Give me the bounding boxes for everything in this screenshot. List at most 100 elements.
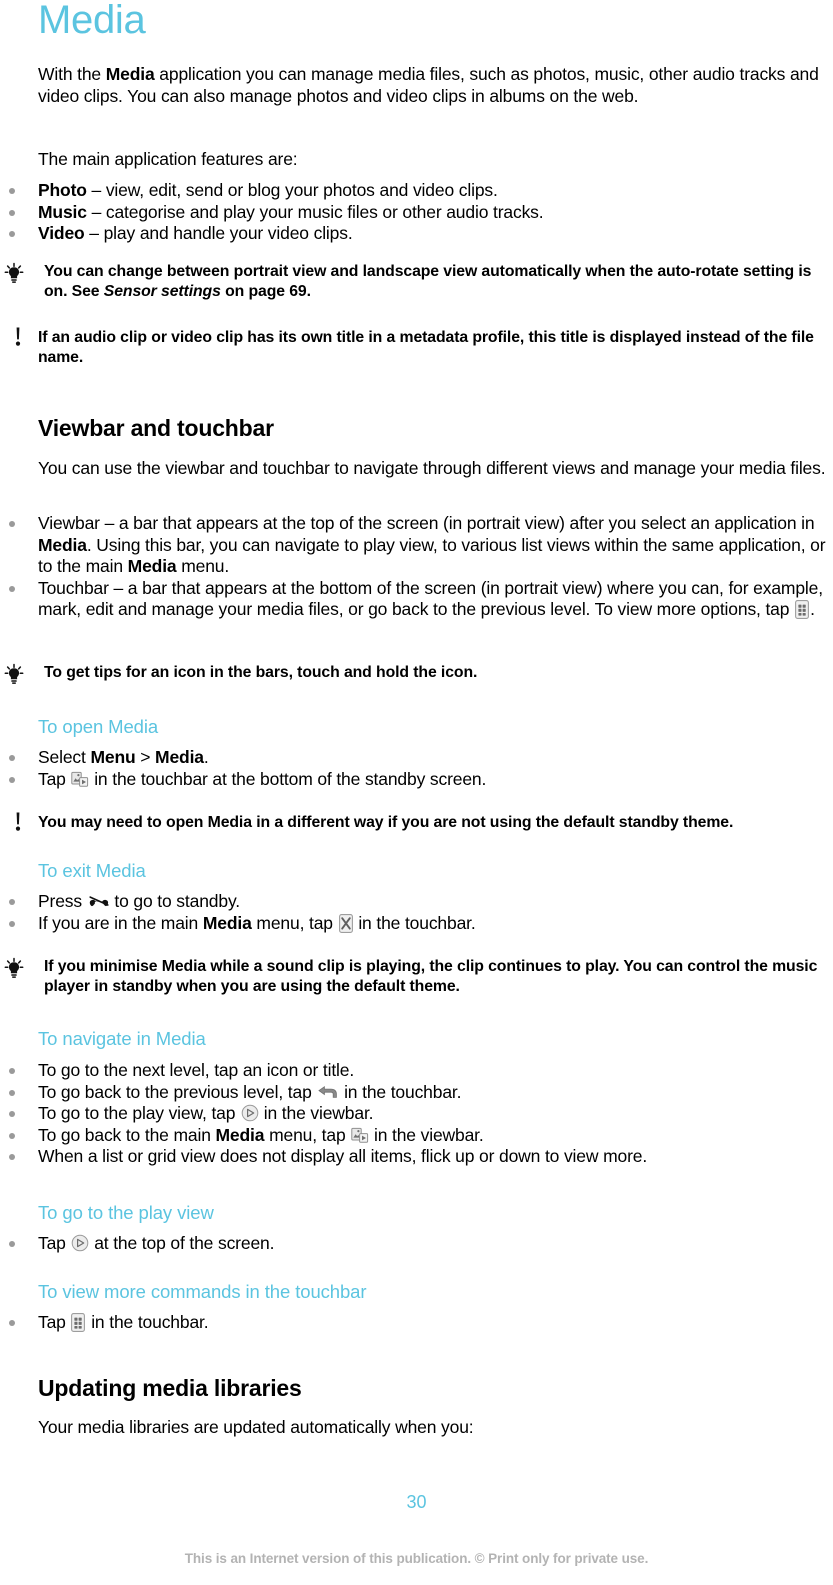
viewbar-bullet-bold-2: Media xyxy=(127,556,177,576)
note-standby-a: You may need to open xyxy=(38,814,208,831)
playview-bullet-a: Tap xyxy=(38,1233,71,1253)
list-item-select-menu: Select Menu > Media. xyxy=(0,747,833,769)
feature-desc-photo: – view, edit, send or blog your photos a… xyxy=(86,180,498,200)
list-item-tap-play-view: Tap at the top of the screen. xyxy=(0,1233,833,1255)
open-bullet1-c: . xyxy=(203,747,209,767)
lightbulb-icon xyxy=(2,262,36,284)
navigate-heading-block: To navigate in Media xyxy=(38,1028,828,1050)
intro-paragraph: With the Media application you can manag… xyxy=(38,64,828,107)
tip-minimise-block: If you minimise Media while a sound clip… xyxy=(0,957,833,997)
tip-minimise-a: If you minimise xyxy=(44,958,162,975)
lightbulb-icon xyxy=(2,663,36,685)
open-bullet1-a: Select xyxy=(38,747,91,767)
play-view-heading-block: To go to the play view xyxy=(38,1202,828,1224)
touchbar-bullet-a: Touchbar – a bar that appears at the bot… xyxy=(38,577,823,620)
note-metadata-block: If an audio clip or video clip has its o… xyxy=(0,326,833,368)
open-media-list-block: Select Menu > Media. Tap in the touchbar… xyxy=(0,747,833,790)
play-view-list-block: Tap at the top of the screen. xyxy=(0,1233,833,1255)
exit-bullet1-a: Press xyxy=(38,891,87,911)
open-media-heading-block: To open Media xyxy=(38,716,828,738)
list-item-tap-more-options: Tap in the touchbar. xyxy=(0,1312,833,1334)
back-arrow-icon xyxy=(317,1084,338,1099)
tip-icon-hold-block: To get tips for an icon in the bars, tou… xyxy=(0,663,833,685)
intro-text-bold: Media xyxy=(105,64,155,84)
open-bullet2-b: in the touchbar at the bottom of the sta… xyxy=(89,768,487,789)
play-view-list: Tap at the top of the screen. xyxy=(0,1233,833,1255)
viewbar-paragraph-block: You can use the viewbar and touchbar to … xyxy=(38,458,828,480)
tip-callout-icons: To get tips for an icon in the bars, tou… xyxy=(0,663,833,685)
list-item-music: Music – categorise and play your music f… xyxy=(0,202,833,224)
page-number: 30 xyxy=(406,1492,427,1512)
intro-text-pre: With the xyxy=(38,64,106,84)
open-bullet2-a: Tap xyxy=(38,768,71,789)
tip-text-italic: Sensor settings xyxy=(103,283,221,300)
tip-text: You can change between portrait view and… xyxy=(44,262,833,302)
tip-callout: You can change between portrait view and… xyxy=(0,262,833,302)
list-item-main-media-menu: To go back to the main Media menu, tap i… xyxy=(0,1125,833,1147)
subsection-heading-open-media: To open Media xyxy=(38,716,159,737)
open-bullet1-bold-media: Media xyxy=(155,747,204,767)
feature-term-video: Video xyxy=(38,223,85,243)
tip-icons-text: To get tips for an icon in the bars, tou… xyxy=(44,664,478,681)
viewbar-bullet-c: menu. xyxy=(176,556,230,576)
lightbulb-icon xyxy=(2,957,36,979)
close-icon xyxy=(338,913,353,933)
exit-bullet2-b: menu, tap xyxy=(251,912,338,933)
nav-bullet2-a: To go back to the previous level, tap xyxy=(38,1081,317,1102)
touchbar-bullet-b: . xyxy=(810,599,815,619)
exit-bullet2-a: If you are in the main xyxy=(38,912,203,933)
note-standby-theme-block: You may need to open Media in a differen… xyxy=(0,811,833,833)
updating-heading-block: Updating media libraries xyxy=(38,1375,828,1402)
exit-bullet2-c: in the touchbar. xyxy=(353,912,476,933)
viewbar-bullet-a: Viewbar – a bar that appears at the top … xyxy=(38,513,815,533)
navigate-list-block: To go to the next level, tap an icon or … xyxy=(0,1060,833,1168)
subsection-heading-play-view: To go to the play view xyxy=(38,1202,214,1223)
tip-minimise-text: If you minimise Media while a sound clip… xyxy=(44,957,833,997)
media-icon xyxy=(351,1126,369,1143)
more-options-icon xyxy=(795,600,810,619)
exit-bullet1-b: to go to standby. xyxy=(109,891,240,911)
open-bullet1-bold-menu: Menu xyxy=(90,747,136,767)
nav-bullet3-b: in the viewbar. xyxy=(259,1103,374,1123)
intro-text-post: application you can manage media files, … xyxy=(38,64,819,106)
feature-desc-music: – categorise and play your music files o… xyxy=(86,201,544,222)
features-list-block: Photo – view, edit, send or blog your ph… xyxy=(0,180,833,245)
exit-media-heading-block: To exit Media xyxy=(38,860,828,882)
subsection-heading-navigate: To navigate in Media xyxy=(38,1028,206,1049)
note-text: If an audio clip or video clip has its o… xyxy=(38,329,814,366)
note-callout-standby: You may need to open Media in a differen… xyxy=(0,811,833,833)
updating-paragraph: Your media libraries are updated automat… xyxy=(38,1417,474,1437)
note-standby-bold: Media xyxy=(207,814,252,831)
list-item-flick-scroll: When a list or grid view does not displa… xyxy=(0,1146,833,1168)
intro-paragraph-block: With the Media application you can manag… xyxy=(38,64,828,107)
list-item-viewbar: Viewbar – a bar that appears at the top … xyxy=(0,513,833,578)
features-lead-text: The main application features are: xyxy=(38,149,298,169)
tip-minimise-bold: Media xyxy=(161,958,207,975)
feature-term-photo: Photo xyxy=(38,180,87,200)
open-bullet1-b: > xyxy=(135,747,156,767)
viewbar-section-heading-block: Viewbar and touchbar xyxy=(38,415,828,442)
more-commands-list-block: Tap in the touchbar. xyxy=(0,1312,833,1334)
exit-media-list-block: Press to go to standby. If you are in th… xyxy=(0,891,833,934)
list-item-photo: Photo – view, edit, send or blog your ph… xyxy=(0,180,833,202)
page-title: Media xyxy=(38,0,146,42)
list-item-press-end-call: Press to go to standby. xyxy=(0,891,833,913)
list-item-play-view: To go to the play view, tap in the viewb… xyxy=(0,1103,833,1125)
exclamation-icon xyxy=(6,326,40,348)
exclamation-icon xyxy=(6,811,40,833)
note-standby-b: in a different way if you are not using … xyxy=(251,814,734,831)
exit-bullet2-bold: Media xyxy=(202,912,252,933)
list-item-video: Video – play and handle your video clips… xyxy=(0,223,833,245)
section-heading-viewbar: Viewbar and touchbar xyxy=(38,415,274,441)
more-commands-list: Tap in the touchbar. xyxy=(0,1312,833,1334)
feature-term-music: Music xyxy=(38,201,87,222)
media-icon xyxy=(71,770,89,787)
note-callout: If an audio clip or video clip has its o… xyxy=(0,326,833,368)
features-list: Photo – view, edit, send or blog your ph… xyxy=(0,180,833,245)
nav-bullet4-b: menu, tap xyxy=(264,1124,351,1145)
viewbar-touchbar-list-block: Viewbar – a bar that appears at the top … xyxy=(0,513,833,621)
more-commands-heading-block: To view more commands in the touchbar xyxy=(38,1281,828,1303)
list-item-tap-close-icon: If you are in the main Media menu, tap i… xyxy=(0,913,833,935)
viewbar-touchbar-list: Viewbar – a bar that appears at the top … xyxy=(0,513,833,621)
list-item-next-level: To go to the next level, tap an icon or … xyxy=(0,1060,833,1082)
